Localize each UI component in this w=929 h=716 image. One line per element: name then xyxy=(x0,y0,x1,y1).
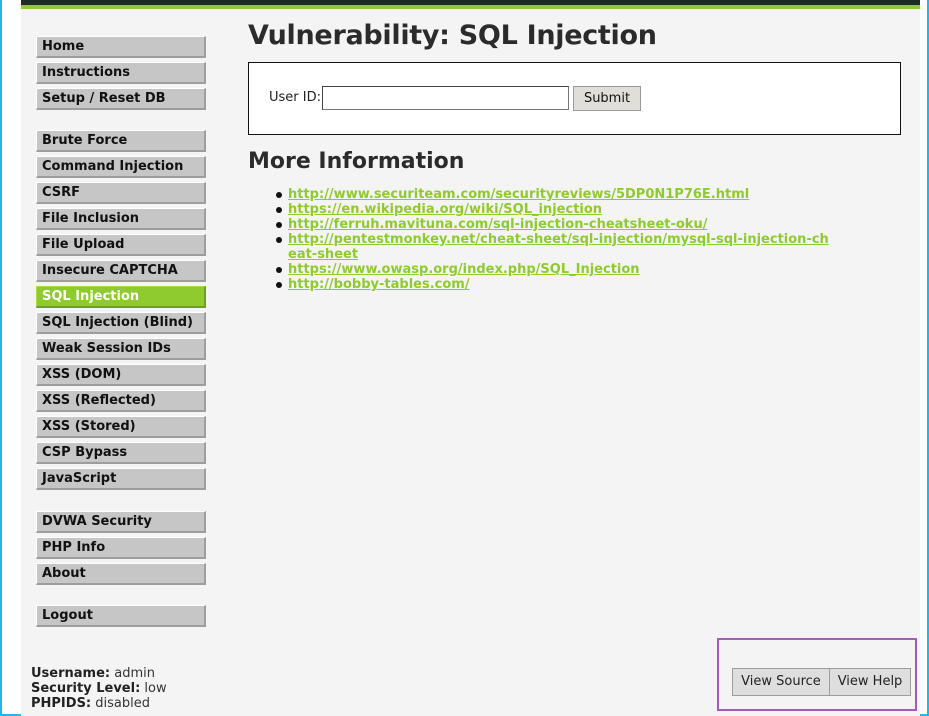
submit-button[interactable]: Submit xyxy=(573,86,641,111)
sidebar-item-instructions[interactable]: Instructions xyxy=(36,62,206,84)
help-buttons-highlight: View Source View Help xyxy=(717,638,917,711)
list-item: https://en.wikipedia.org/wiki/SQL_inject… xyxy=(276,202,836,217)
sql-form: User ID: Submit xyxy=(248,62,901,135)
user-info: Username: admin Security Level: low PHPI… xyxy=(31,666,167,711)
userid-label: User ID: xyxy=(269,90,321,105)
sidebar-item-file-upload[interactable]: File Upload xyxy=(36,234,206,256)
list-item: http://bobby-tables.com/ xyxy=(276,277,836,292)
sidebar-item-about[interactable]: About xyxy=(36,563,206,585)
list-item: http://www.securiteam.com/securityreview… xyxy=(276,187,836,202)
reference-link[interactable]: https://en.wikipedia.org/wiki/SQL_inject… xyxy=(288,202,602,217)
username-value: admin xyxy=(114,666,155,681)
sidebar-item-xss-dom[interactable]: XSS (DOM) xyxy=(36,364,206,386)
phpids-value: disabled xyxy=(95,696,150,711)
sidebar-item-sql-injection-blind[interactable]: SQL Injection (Blind) xyxy=(36,312,206,334)
sidebar-item-file-inclusion[interactable]: File Inclusion xyxy=(36,208,206,230)
username-label: Username: xyxy=(31,666,111,681)
sidebar-item-csp-bypass[interactable]: CSP Bypass xyxy=(36,442,206,464)
sidebar-item-weak-session-ids[interactable]: Weak Session IDs xyxy=(36,338,206,360)
sidebar-item-php-info[interactable]: PHP Info xyxy=(36,537,206,559)
sidebar-item-insecure-captcha[interactable]: Insecure CAPTCHA xyxy=(36,260,206,282)
sidebar-item-logout[interactable]: Logout xyxy=(36,605,206,627)
list-item: http://pentestmonkey.net/cheat-sheet/sql… xyxy=(276,232,836,262)
sidebar-item-dvwa-security[interactable]: DVWA Security xyxy=(36,511,206,533)
reference-link[interactable]: http://pentestmonkey.net/cheat-sheet/sql… xyxy=(288,232,829,262)
reference-link[interactable]: http://www.securiteam.com/securityreview… xyxy=(288,187,749,202)
page-title: Vulnerability: SQL Injection xyxy=(248,20,657,51)
sidebar-item-xss-stored[interactable]: XSS (Stored) xyxy=(36,416,206,438)
userid-input[interactable] xyxy=(322,86,569,110)
sidebar-item-sql-injection[interactable]: SQL Injection xyxy=(36,286,206,308)
sidebar-item-csrf[interactable]: CSRF xyxy=(36,182,206,204)
reference-link[interactable]: http://ferruh.mavituna.com/sql-injection… xyxy=(288,217,707,232)
header-accent-bar xyxy=(21,5,920,9)
security-level-value: low xyxy=(144,681,167,696)
reference-link[interactable]: https://www.owasp.org/index.php/SQL_Inje… xyxy=(288,262,640,277)
page: Home Instructions Setup / Reset DB Brute Fo… xyxy=(21,0,920,716)
view-source-button[interactable]: View Source xyxy=(732,668,830,696)
sidebar-item-home[interactable]: Home xyxy=(36,36,206,58)
sidebar-item-setup-reset-db[interactable]: Setup / Reset DB xyxy=(36,88,206,110)
reference-link[interactable]: http://bobby-tables.com/ xyxy=(288,277,470,292)
view-help-button[interactable]: View Help xyxy=(829,668,911,696)
sidebar-item-command-injection[interactable]: Command Injection xyxy=(36,156,206,178)
list-item: https://www.owasp.org/index.php/SQL_Inje… xyxy=(276,262,836,277)
list-item: http://ferruh.mavituna.com/sql-injection… xyxy=(276,217,836,232)
more-info-links: http://www.securiteam.com/securityreview… xyxy=(276,187,836,292)
more-info-heading: More Information xyxy=(248,149,465,174)
phpids-label: PHPIDS: xyxy=(31,696,92,711)
sidebar-item-brute-force[interactable]: Brute Force xyxy=(36,130,206,152)
sidebar-item-javascript[interactable]: JavaScript xyxy=(36,468,206,490)
sidebar-item-xss-reflected[interactable]: XSS (Reflected) xyxy=(36,390,206,412)
window-frame: Home Instructions Setup / Reset DB Brute Fo… xyxy=(0,0,929,716)
security-level-label: Security Level: xyxy=(31,681,141,696)
